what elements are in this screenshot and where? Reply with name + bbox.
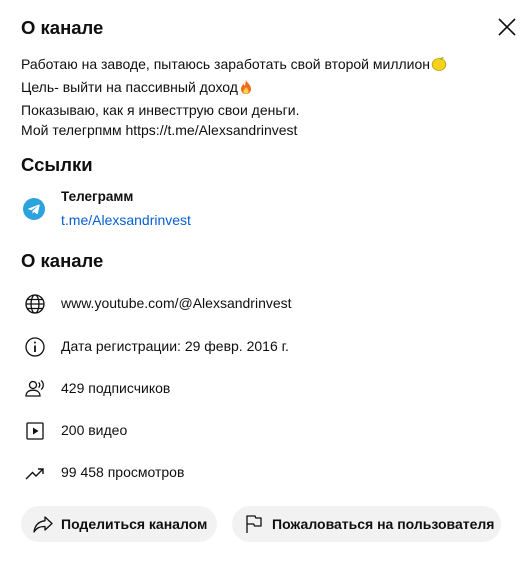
video-count: 200 видео: [61, 422, 128, 438]
share-channel-button[interactable]: Поделиться каналом: [21, 506, 217, 542]
about-section-title: О канале: [21, 250, 104, 271]
video-count-row: 200 видео: [21, 416, 501, 444]
link-name: Телеграмм: [61, 189, 134, 204]
flag-icon: [246, 515, 262, 533]
info-icon: [25, 337, 45, 357]
close-icon: [498, 18, 516, 36]
subscribers-row: 429 подписчиков: [21, 374, 501, 402]
description-line: Показываю, как я инвесттрую свои деньги.: [21, 102, 300, 118]
registration-date-row: Дата регистрации: 29 февр. 2016 г.: [21, 332, 501, 360]
close-button[interactable]: [490, 10, 524, 44]
share-button-label: Поделиться каналом: [61, 516, 208, 532]
description-line: Цель- выйти на пассивный доход: [21, 77, 501, 100]
registration-date: Дата регистрации: 29 февр. 2016 г.: [61, 338, 289, 354]
report-user-button[interactable]: Пожаловаться на пользователя: [232, 506, 501, 542]
dialog-title: О канале: [21, 17, 104, 38]
telegram-link-url[interactable]: t.me/Alexsandrinvest: [61, 211, 191, 229]
globe-icon: [25, 294, 45, 314]
description-line: Мой телегрпмм https://t.me/Alexsandrinve…: [21, 122, 298, 138]
video-icon: [26, 422, 44, 440]
share-icon: [33, 516, 53, 533]
trending-icon: [25, 468, 44, 480]
links-section-title: Ссылки: [21, 154, 93, 175]
subscriber-count: 429 подписчиков: [61, 380, 171, 396]
channel-url[interactable]: www.youtube.com/@Alexsandrinvest: [61, 294, 292, 312]
view-count-row: 99 458 просмотров: [21, 458, 501, 486]
fire-emoji: [239, 79, 253, 100]
telegram-link-item: Телеграмм t.me/Alexsandrinvest: [21, 185, 321, 233]
view-count: 99 458 просмотров: [61, 464, 185, 480]
about-channel-dialog: О канале Работаю на заводе, пытаюсь зара…: [0, 0, 527, 570]
subscribers-icon: [25, 379, 44, 397]
channel-url-row: www.youtube.com/@Alexsandrinvest: [21, 289, 501, 317]
report-button-label: Пожаловаться на пользователя: [272, 516, 495, 532]
telegram-icon: [23, 198, 45, 220]
lemon-emoji: [431, 56, 447, 77]
description-line: Работаю на заводе, пытаюсь заработать св…: [21, 54, 501, 77]
channel-description: Работаю на заводе, пытаюсь заработать св…: [21, 54, 501, 140]
